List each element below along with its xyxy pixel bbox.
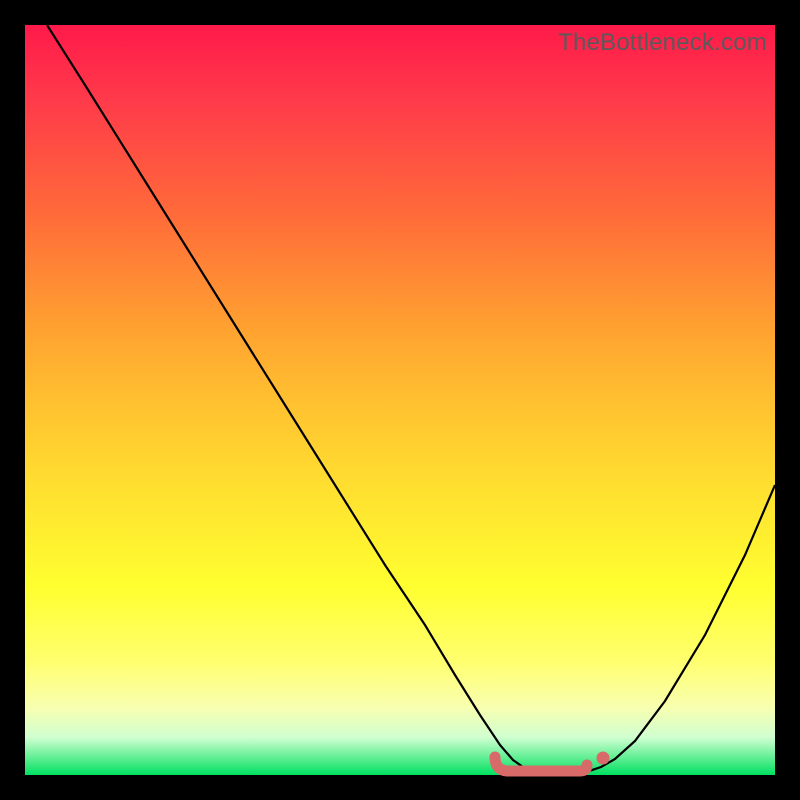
- chart-frame: TheBottleneck.com: [0, 0, 800, 800]
- bottleneck-curve: [47, 25, 775, 774]
- optimal-range-marker: [495, 757, 587, 771]
- plot-area: TheBottleneck.com: [25, 25, 775, 775]
- optimal-point-marker: [597, 752, 610, 765]
- chart-svg: [25, 25, 775, 775]
